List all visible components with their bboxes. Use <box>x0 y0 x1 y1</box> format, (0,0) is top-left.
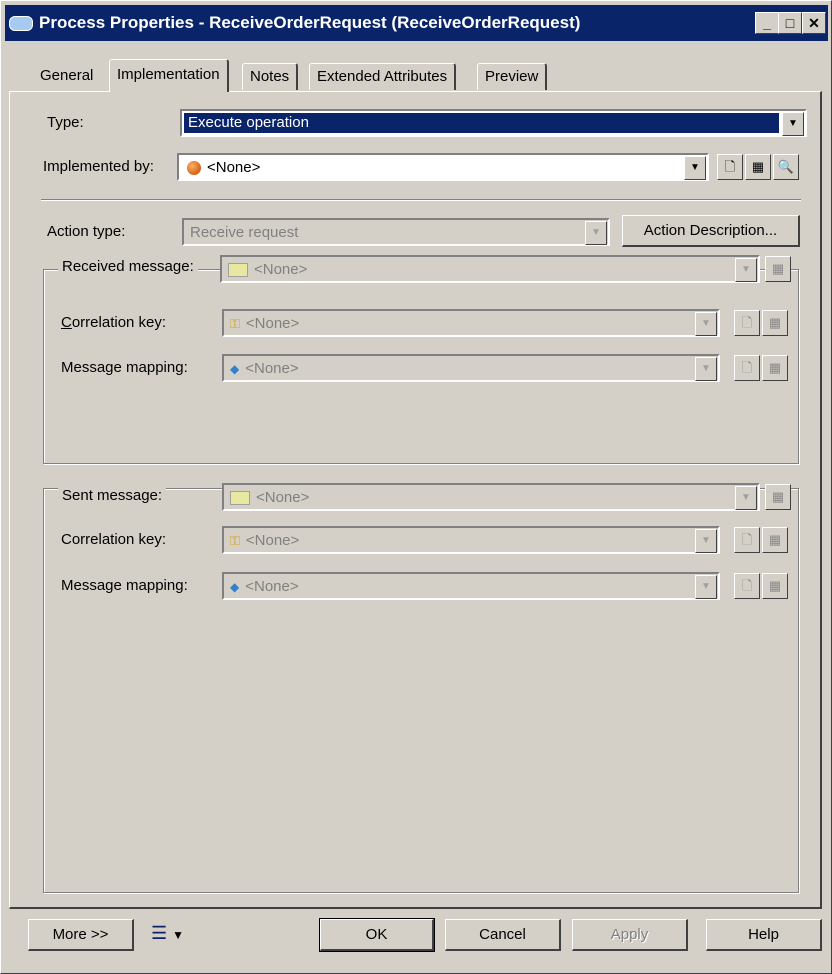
cancel-button[interactable]: Cancel <box>445 919 561 951</box>
chevron-down-icon[interactable]: ▼ <box>695 529 717 553</box>
window-title: Process Properties - ReceiveOrderRequest… <box>39 13 581 32</box>
sent-message-value: <None> <box>256 489 310 506</box>
chevron-down-icon[interactable]: ▼ <box>695 357 717 381</box>
received-message-mapping-value: <None> <box>245 360 299 377</box>
sent-message-combo[interactable]: <None> ▼ <box>222 483 760 511</box>
action-description-button[interactable]: Action Description... <box>622 215 800 247</box>
implemented-by-combo[interactable]: <None> ▼ <box>177 153 709 181</box>
type-combo[interactable]: Execute operation ▼ <box>180 109 807 137</box>
chevron-down-icon[interactable]: ▼ <box>782 112 804 136</box>
received-message-value: <None> <box>254 261 308 278</box>
sent-message-mapping-value: <None> <box>245 578 299 595</box>
type-label: Type: <box>47 114 84 131</box>
chevron-down-icon[interactable]: ▼ <box>735 258 757 282</box>
key-icon: ⚿ <box>230 533 240 549</box>
apply-button[interactable]: Apply <box>572 919 688 951</box>
action-type-label: Action type: <box>47 223 126 240</box>
received-message-mapping-label: Message mapping: <box>61 359 188 376</box>
tab-extended-attributes[interactable]: Extended Attributes <box>309 63 457 90</box>
separator <box>41 199 801 201</box>
message-icon <box>228 263 248 278</box>
received-message-mapping-combo[interactable]: ◆ <None> ▼ <box>222 354 720 382</box>
sent-message-mapping-label: Message mapping: <box>61 577 188 594</box>
type-selected-value: Execute operation <box>184 113 779 133</box>
tab-general[interactable]: General <box>33 63 100 89</box>
chevron-down-icon[interactable]: ▼ <box>735 486 757 510</box>
received-message-label: Received message: <box>58 258 198 275</box>
received-message-combo[interactable]: <None> ▼ <box>220 255 760 283</box>
process-properties-dialog: Process Properties - ReceiveOrderRequest… <box>0 0 832 974</box>
more-button[interactable]: More >> <box>28 919 134 951</box>
properties-icon[interactable]: ▦ <box>762 355 788 381</box>
properties-icon[interactable]: ▦ <box>765 484 791 510</box>
create-icon[interactable]: 🗋 <box>734 527 760 553</box>
maximize-button[interactable]: □ <box>778 12 802 34</box>
minimize-button[interactable]: _ <box>755 12 779 34</box>
sent-message-mapping-combo[interactable]: ◆ <None> ▼ <box>222 572 720 600</box>
properties-icon[interactable]: ▦ <box>762 310 788 336</box>
ok-button[interactable]: OK <box>319 918 435 952</box>
chevron-down-icon[interactable]: ▼ <box>684 156 706 180</box>
sent-correlation-key-value: <None> <box>245 532 300 549</box>
app-icon <box>9 16 33 31</box>
sent-correlation-key-label: Correlation key: <box>61 531 167 548</box>
implemented-by-value: <None> <box>207 159 261 176</box>
layout-menu-icon[interactable]: ☰ ▼ <box>151 923 184 944</box>
chevron-down-icon[interactable]: ▼ <box>695 575 717 599</box>
properties-icon[interactable]: ▦ <box>745 154 771 180</box>
close-button[interactable]: ✕ <box>802 12 826 34</box>
action-type-combo[interactable]: Receive request ▼ <box>182 218 610 246</box>
create-icon[interactable]: 🗋 <box>734 355 760 381</box>
properties-icon[interactable]: ▦ <box>762 573 788 599</box>
sent-correlation-key-combo[interactable]: ⚿ <None> ▼ <box>222 526 720 554</box>
properties-icon[interactable]: ▦ <box>765 256 791 282</box>
tab-preview[interactable]: Preview <box>477 63 548 90</box>
help-button[interactable]: Help <box>706 919 822 951</box>
received-correlation-key-label: Correlation key: <box>61 314 167 331</box>
create-icon[interactable]: 🗋 <box>717 154 743 180</box>
create-icon[interactable]: 🗋 <box>734 310 760 336</box>
received-correlation-key-combo[interactable]: ⚿ <None> ▼ <box>222 309 720 337</box>
tab-implementation[interactable]: Implementation <box>109 59 229 92</box>
chevron-down-icon[interactable]: ▼ <box>585 221 607 245</box>
key-icon: ⚿ <box>230 316 240 332</box>
properties-icon[interactable]: ▦ <box>762 527 788 553</box>
sent-message-label: Sent message: <box>58 487 167 504</box>
process-icon <box>187 161 201 176</box>
create-icon[interactable]: 🗋 <box>734 573 760 599</box>
mapping-icon: ◆ <box>230 362 240 377</box>
chevron-down-icon[interactable]: ▼ <box>695 312 717 336</box>
tab-notes[interactable]: Notes <box>242 63 299 90</box>
message-icon <box>230 491 250 506</box>
action-type-value: Receive request <box>190 224 299 241</box>
mapping-icon: ◆ <box>230 580 240 595</box>
implemented-by-label: Implemented by: <box>43 158 154 175</box>
find-icon[interactable]: 🔍 <box>773 154 799 180</box>
received-correlation-key-value: <None> <box>245 315 300 332</box>
implementation-panel: Type: Execute operation ▼ Implemented by… <box>9 91 822 909</box>
title-bar[interactable]: Process Properties - ReceiveOrderRequest… <box>5 5 828 41</box>
